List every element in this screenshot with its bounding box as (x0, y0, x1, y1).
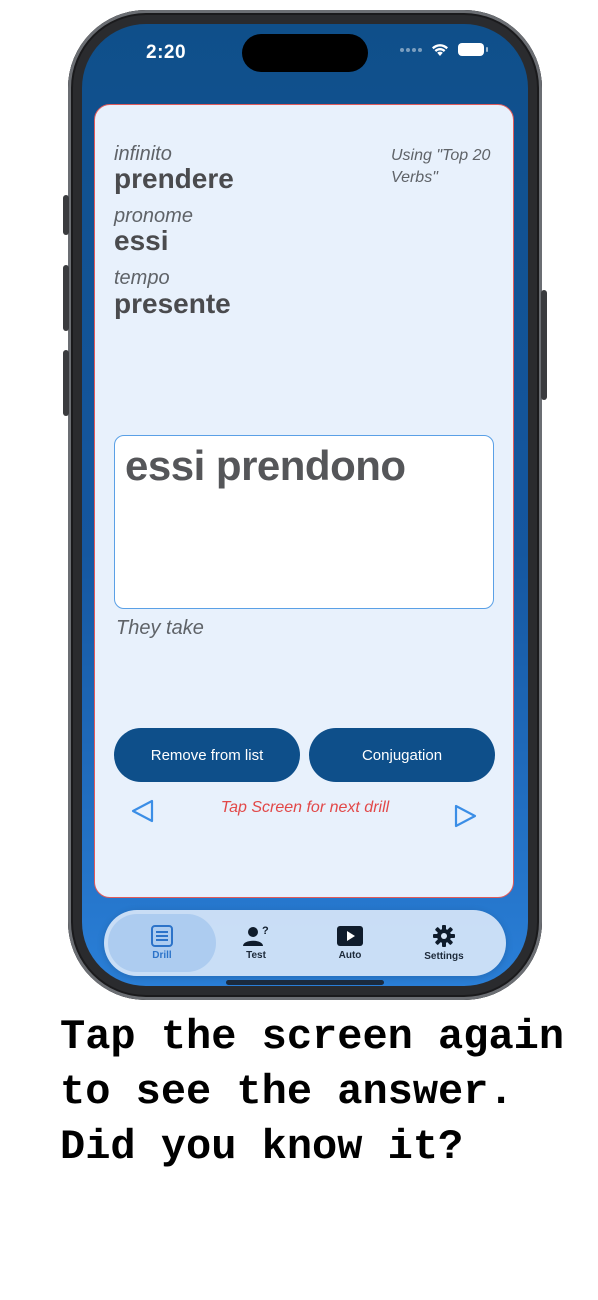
conjugation-button[interactable]: Conjugation (309, 728, 495, 782)
pronome-value: essi (114, 225, 169, 256)
answer-box[interactable]: essi prendono (114, 435, 494, 609)
caption-text: Tap the screen again to see the answer. … (60, 1013, 565, 1171)
list-icon (151, 925, 173, 947)
answer-text: essi prendono (125, 442, 406, 489)
drill-card[interactable]: infinito prendere pronome essi tempo pre… (94, 104, 514, 898)
tab-label: Auto (338, 950, 362, 961)
action-button (63, 195, 69, 235)
next-arrow-icon[interactable] (451, 802, 479, 830)
tab-label: Test (246, 950, 266, 961)
cellular-icon (400, 47, 422, 52)
play-icon (337, 926, 363, 946)
infinito-value: prendere (114, 163, 234, 194)
volume-up-button (63, 265, 69, 331)
power-button (541, 290, 547, 400)
tempo-label: tempo (114, 267, 170, 289)
gear-icon (433, 925, 455, 947)
page: 2:20 infinito prendere pronome essi temp… (0, 0, 598, 1300)
tab-settings[interactable]: Settings (394, 914, 494, 972)
tab-test[interactable]: ? Test (206, 914, 306, 972)
battery-icon (458, 43, 488, 56)
tempo-value: presente (114, 288, 231, 319)
wifi-icon (432, 44, 448, 56)
volume-down-button (63, 350, 69, 416)
app-screen[interactable]: 2:20 infinito prendere pronome essi temp… (82, 24, 528, 986)
phone-frame: 2:20 infinito prendere pronome essi temp… (63, 10, 547, 1000)
status-time: 2:20 (146, 42, 187, 63)
status-icons (400, 42, 488, 57)
tab-bar: Drill ? Test Auto Settings (104, 910, 506, 976)
person-question-icon: ? (243, 925, 269, 946)
verb-list-indicator: Using "Top 20 Verbs" (391, 147, 491, 186)
dynamic-island (242, 34, 368, 72)
tab-label: Drill (152, 950, 172, 961)
remove-from-list-button[interactable]: Remove from list (114, 728, 300, 782)
translation-text: They take (116, 617, 204, 639)
svg-text:?: ? (262, 925, 269, 937)
tab-drill[interactable]: Drill (108, 914, 216, 972)
home-indicator[interactable] (226, 980, 384, 985)
tab-label: Settings (424, 951, 464, 962)
tab-auto[interactable]: Auto (300, 914, 400, 972)
status-bar: 2:20 (82, 24, 528, 84)
